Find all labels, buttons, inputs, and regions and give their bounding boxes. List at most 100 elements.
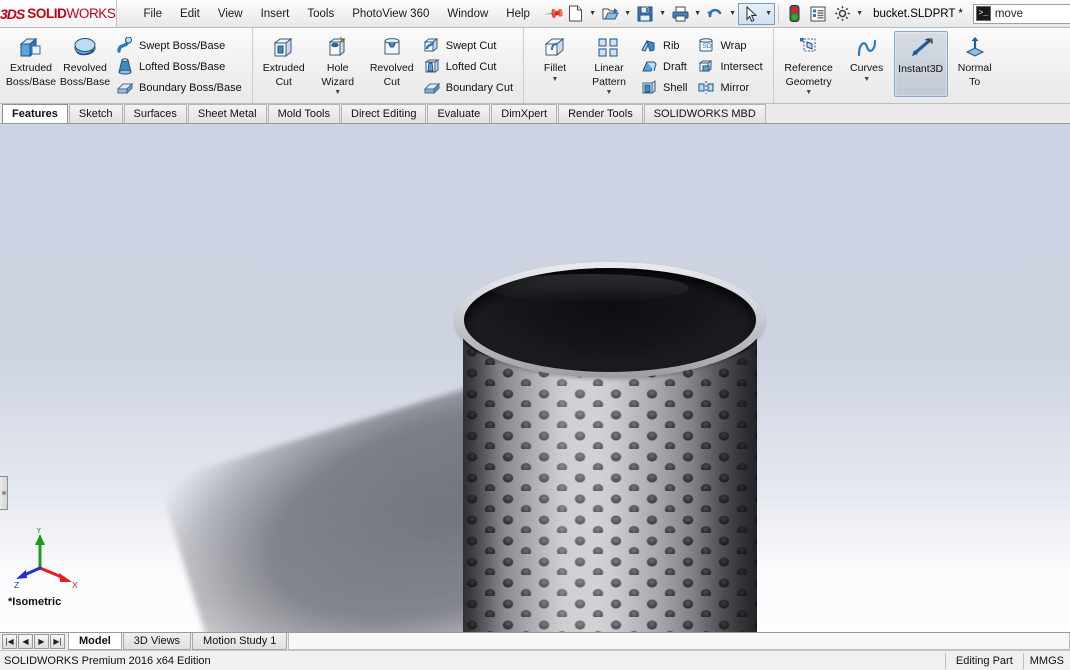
- menu-item-view[interactable]: View: [209, 4, 252, 24]
- last-record-button[interactable]: ▶|: [50, 634, 65, 649]
- normal-to-icon: [963, 35, 987, 61]
- solidworks-logo[interactable]: 3DS SOLID WORKS: [0, 0, 117, 27]
- boss-base-small-buttons: Swept Boss/Base Lofted Boss/Base Boundar…: [112, 31, 248, 98]
- select-tool-button[interactable]: ▼: [738, 2, 776, 25]
- tab-features[interactable]: Features: [2, 104, 68, 123]
- swept-cut-button[interactable]: Swept Cut: [419, 35, 519, 56]
- reference-geometry-label-2: Geometry: [785, 75, 832, 88]
- bottom-tab-3d-views[interactable]: 3D Views: [122, 633, 192, 650]
- tab-dimxpert[interactable]: DimXpert: [491, 104, 558, 123]
- extruded-cut-button[interactable]: Extruded Cut: [257, 31, 311, 97]
- traffic-light-icon[interactable]: [782, 3, 806, 25]
- undo-arrow-icon[interactable]: [703, 3, 727, 25]
- rib-label: Rib: [663, 39, 680, 52]
- menu-item-photoview360[interactable]: PhotoView 360: [343, 4, 438, 24]
- first-record-button[interactable]: |◀: [2, 634, 17, 649]
- draft-button[interactable]: Draft: [636, 56, 693, 77]
- tab-evaluate[interactable]: Evaluate: [427, 104, 491, 123]
- save-dropdown-icon[interactable]: ▼: [657, 3, 668, 25]
- graphics-viewport[interactable]: Y X Z *Isometric: [0, 124, 1070, 632]
- ribbon-group-boss-base: Extruded Boss/Base Revolved Boss/Base Sw…: [0, 28, 252, 103]
- curves-button[interactable]: Curves ▼: [840, 31, 894, 97]
- orientation-triad[interactable]: Y X Z: [14, 525, 84, 590]
- fillet-icon: [542, 35, 568, 61]
- new-file-dropdown-icon[interactable]: ▼: [587, 3, 598, 25]
- menu-item-tools[interactable]: Tools: [298, 4, 343, 24]
- wrap-label: Wrap: [720, 39, 747, 52]
- honeycomb-bucket-model[interactable]: [455, 254, 765, 632]
- boundary-cut-button[interactable]: Boundary Cut: [419, 77, 519, 98]
- linear-pattern-dropdown-icon[interactable]: ▼: [606, 89, 613, 96]
- intersect-icon: [695, 58, 717, 75]
- reference-geometry-button[interactable]: Reference Geometry ▼: [778, 31, 840, 97]
- properties-list-icon[interactable]: [806, 3, 830, 25]
- svg-text:Z: Z: [14, 580, 19, 590]
- hole-wizard-button[interactable]: Hole Wizard ▼: [311, 31, 365, 97]
- wrap-button[interactable]: SD Wrap: [693, 35, 768, 56]
- rib-button[interactable]: Rib: [636, 35, 693, 56]
- menu-item-window[interactable]: Window: [438, 4, 497, 24]
- bottom-tab-model[interactable]: Model: [68, 633, 122, 650]
- lofted-cut-button[interactable]: Lofted Cut: [419, 56, 519, 77]
- linear-pattern-button[interactable]: Linear Pattern ▼: [582, 31, 636, 97]
- tab-sheet-metal[interactable]: Sheet Metal: [187, 104, 267, 123]
- mirror-label: Mirror: [720, 81, 750, 94]
- options-dropdown-icon[interactable]: ▼: [854, 3, 865, 25]
- gear-icon[interactable]: [830, 3, 854, 25]
- menu-item-edit[interactable]: Edit: [171, 4, 209, 24]
- new-file-icon[interactable]: [563, 3, 587, 25]
- document-tab-bar: |◀ ◀ ▶ ▶| Model 3D Views Motion Study 1: [0, 632, 1070, 650]
- open-folder-icon[interactable]: [598, 3, 622, 25]
- boundary-boss-base-button[interactable]: Boundary Boss/Base: [112, 77, 248, 98]
- hole-wizard-dropdown-icon[interactable]: ▼: [334, 89, 341, 96]
- previous-record-button[interactable]: ◀: [18, 634, 33, 649]
- tab-direct-editing[interactable]: Direct Editing: [341, 104, 427, 123]
- undo-dropdown-icon[interactable]: ▼: [727, 3, 738, 25]
- revolved-cut-button[interactable]: Revolved Cut: [365, 31, 419, 97]
- extruded-boss-base-button[interactable]: Extruded Boss/Base: [4, 31, 58, 97]
- save-floppy-icon[interactable]: [633, 3, 657, 25]
- view-orientation-label: *Isometric: [8, 596, 62, 608]
- swept-boss-base-button[interactable]: Swept Boss/Base: [112, 35, 248, 56]
- intersect-button[interactable]: Intersect: [693, 56, 768, 77]
- shell-button[interactable]: Shell: [636, 77, 693, 98]
- revolved-boss-base-button[interactable]: Revolved Boss/Base: [58, 31, 112, 97]
- reference-geometry-label-1: Reference: [784, 62, 833, 74]
- normal-to-label-1: Normal: [957, 62, 992, 74]
- menu-item-insert[interactable]: Insert: [252, 4, 299, 24]
- fillet-dropdown-icon[interactable]: ▼: [552, 76, 559, 83]
- menu-item-file[interactable]: File: [135, 4, 172, 24]
- lofted-boss-base-button[interactable]: Lofted Boss/Base: [112, 56, 248, 77]
- extruded-cut-label-2: Cut: [275, 75, 292, 88]
- instant3d-button[interactable]: Instant3D: [893, 31, 948, 97]
- toolbar-separator: [778, 4, 780, 23]
- revolved-cut-label-1: Revolved: [369, 62, 414, 74]
- mirror-button[interactable]: Mirror: [693, 77, 768, 98]
- extruded-boss-label-1: Extruded: [9, 62, 53, 74]
- tab-render-tools[interactable]: Render Tools: [558, 104, 643, 123]
- fillet-button[interactable]: Fillet ▼: [528, 31, 582, 97]
- tab-mold-tools[interactable]: Mold Tools: [267, 104, 341, 123]
- normal-to-button[interactable]: Normal To: [948, 31, 1002, 97]
- bottom-tab-motion-study[interactable]: Motion Study 1: [192, 633, 288, 650]
- search-input[interactable]: >_ move: [972, 3, 1070, 24]
- curves-dropdown-icon[interactable]: ▼: [863, 76, 870, 83]
- extruded-boss-label-2: Boss/Base: [5, 75, 57, 88]
- rim-gloss-highlight: [489, 274, 689, 302]
- select-dropdown-icon[interactable]: ▼: [763, 3, 774, 25]
- next-record-button[interactable]: ▶: [34, 634, 49, 649]
- open-file-dropdown-icon[interactable]: ▼: [622, 3, 633, 25]
- reference-geometry-dropdown-icon[interactable]: ▼: [805, 89, 812, 96]
- units-label[interactable]: MMGS: [1022, 652, 1070, 669]
- tab-sketch[interactable]: Sketch: [68, 104, 123, 123]
- print-dropdown-icon[interactable]: ▼: [692, 3, 703, 25]
- tab-solidworks-mbd[interactable]: SOLIDWORKS MBD: [643, 104, 766, 123]
- collapsed-feature-tree-handle[interactable]: [0, 476, 8, 510]
- swept-boss-label: Swept Boss/Base: [139, 39, 226, 52]
- printer-icon[interactable]: [668, 3, 692, 25]
- menu-item-help[interactable]: Help: [497, 4, 539, 24]
- revolved-boss-label-2: Boss/Base: [59, 75, 111, 88]
- cursor-arrow-icon[interactable]: [739, 3, 763, 25]
- tab-surfaces[interactable]: Surfaces: [123, 104, 187, 123]
- hole-wizard-label-2: Wizard: [321, 75, 355, 88]
